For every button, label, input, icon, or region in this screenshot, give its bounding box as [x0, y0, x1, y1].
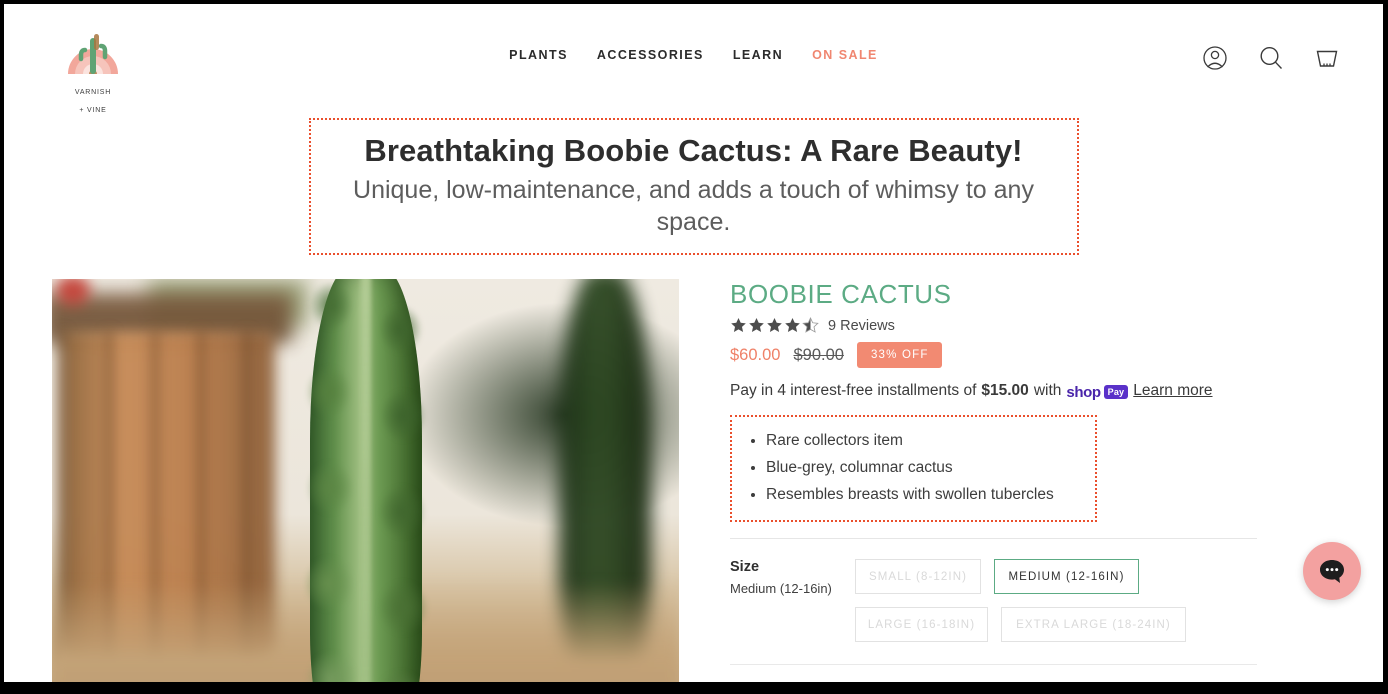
header-icon-group [1201, 44, 1341, 74]
discount-badge: 33% OFF [856, 342, 942, 369]
cactus-arch-logo-icon [64, 34, 122, 80]
cart-icon[interactable] [1313, 44, 1341, 74]
product-title: BOOBIE CACTUS [730, 278, 952, 309]
installments-prefix: Pay in 4 interest-free installments of [730, 382, 977, 400]
star-half-icon [802, 317, 819, 334]
size-selector: Size Medium (12-16in) SMALL (8-12IN) MED… [730, 559, 1268, 643]
divider [730, 538, 1257, 540]
price-row: $60.00 $90.00 33% OFF [730, 342, 1268, 369]
site-logo[interactable]: VARNISH + VINE [62, 28, 124, 117]
size-label-group: Size Medium (12-16in) [730, 559, 855, 642]
star-rating [730, 317, 819, 334]
bottom-bar [4, 682, 1383, 690]
price-current: $60.00 [730, 345, 781, 364]
chat-widget-button[interactable] [1303, 542, 1361, 600]
account-icon[interactable] [1201, 44, 1229, 74]
star-icon [784, 317, 801, 334]
promo-title: Breathtaking Boobie Cactus: A Rare Beaut… [364, 133, 1023, 168]
nav-link-accessories[interactable]: ACCESSORIES [597, 48, 704, 62]
product-image[interactable] [52, 278, 679, 690]
feature-item: Resembles breasts with swollen tubercles [766, 482, 1081, 509]
installments-with: with [1033, 382, 1062, 400]
shop-pay-logo: shop Pay [1066, 383, 1129, 401]
promo-banner: Breathtaking Boobie Cactus: A Rare Beaut… [308, 118, 1079, 255]
product-section: BOOBIE CACTUS 9 Reviews $60.00 $90.00 33… [4, 278, 1383, 690]
size-option-large[interactable]: LARGE (16-18IN) [855, 607, 988, 643]
size-option-group: SMALL (8-12IN) MEDIUM (12-16IN) LARGE (1… [855, 559, 1195, 643]
divider [730, 664, 1257, 666]
size-option-small[interactable]: SMALL (8-12IN) [855, 559, 981, 595]
star-icon [730, 317, 747, 334]
search-icon[interactable] [1257, 44, 1285, 74]
installments-message: Pay in 4 interest-free installments of $… [730, 382, 1268, 401]
logo-text-line2: + VINE [79, 107, 107, 114]
size-option-extra-large[interactable]: EXTRA LARGE (18-24IN) [1001, 607, 1186, 643]
product-features-box: Rare collectors item Blue-grey, columnar… [730, 415, 1097, 523]
logo-text-line1: VARNISH [74, 89, 112, 96]
size-option-medium[interactable]: MEDIUM (12-16IN) [994, 559, 1139, 595]
site-header: VARNISH + VINE PLANTS ACCESSORIES LEARN … [4, 4, 1383, 114]
browser-viewport: VARNISH + VINE PLANTS ACCESSORIES LEARN … [4, 4, 1383, 690]
nav-link-on-sale[interactable]: ON SALE [812, 48, 878, 62]
shop-pay-badge: Pay [1103, 385, 1129, 400]
size-heading: Size [730, 559, 760, 576]
rating-row[interactable]: 9 Reviews [730, 317, 1268, 334]
nav-link-plants[interactable]: PLANTS [509, 48, 568, 62]
price-compare-at: $90.00 [793, 345, 844, 364]
star-icon [766, 317, 783, 334]
feature-item: Blue-grey, columnar cactus [766, 455, 1081, 482]
nav-link-learn[interactable]: LEARN [733, 48, 783, 62]
size-selected-value: Medium (12-16in) [730, 581, 832, 597]
learn-more-link[interactable]: Learn more [1133, 382, 1212, 400]
promo-subtitle: Unique, low-maintenance, and adds a touc… [353, 175, 1034, 237]
product-gallery [52, 278, 680, 690]
chat-bubble-icon [1317, 556, 1347, 586]
product-info: BOOBIE CACTUS 9 Reviews $60.00 $90.00 33… [730, 279, 1268, 690]
star-icon [748, 317, 765, 334]
main-navigation: PLANTS ACCESSORIES LEARN ON SALE [4, 48, 1383, 62]
installments-amount: $15.00 [981, 382, 1029, 400]
shop-pay-word: shop [1066, 383, 1101, 401]
feature-item: Rare collectors item [766, 428, 1081, 455]
reviews-count[interactable]: 9 Reviews [828, 318, 895, 334]
